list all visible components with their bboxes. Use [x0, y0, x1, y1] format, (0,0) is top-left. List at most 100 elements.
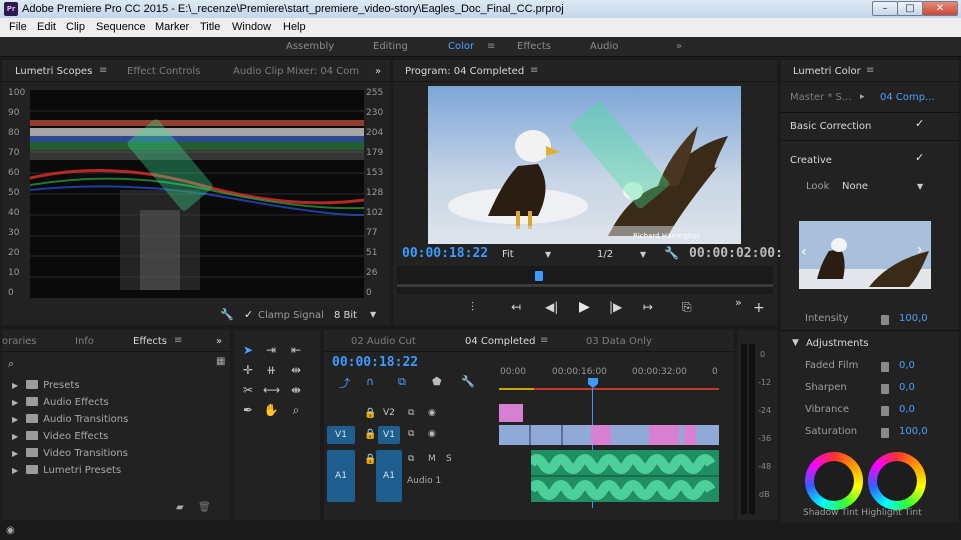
basic-correction-checkbox[interactable]: ✓	[915, 117, 924, 130]
linked-selection-icon[interactable]: ⧉	[398, 375, 406, 389]
saturation-value[interactable]: 100,0	[899, 426, 928, 437]
lock-icon[interactable]: 🔒	[364, 429, 376, 440]
export-frame-icon[interactable]: ⎘	[682, 300, 692, 315]
workspace-audio[interactable]: Audio	[590, 41, 618, 52]
source-patch-v1[interactable]: V1	[327, 426, 355, 444]
sync-lock-icon[interactable]: ⧉	[408, 429, 414, 439]
selection-tool-icon[interactable]: ➤	[240, 342, 256, 358]
timeline-timecode[interactable]: 00:00:18:22	[332, 355, 418, 370]
solo-button[interactable]: S	[446, 454, 452, 464]
tab-03-data-only[interactable]: 03 Data Only	[586, 336, 652, 347]
sync-lock-icon[interactable]: ⧉	[408, 408, 414, 418]
adjustments-section[interactable]: Adjustments	[806, 338, 869, 349]
faded-film-slider[interactable]	[881, 362, 889, 372]
video-clip[interactable]	[499, 404, 523, 422]
mute-button[interactable]: M	[428, 454, 436, 464]
sync-lock-icon[interactable]: ⧉	[408, 454, 414, 464]
intensity-value[interactable]: 100,0	[899, 313, 928, 324]
tab-audio-clip-mixer[interactable]: Audio Clip Mixer: 04 Com	[233, 66, 359, 77]
workspace-effects[interactable]: Effects	[517, 41, 551, 52]
menu-help[interactable]: Help	[283, 21, 306, 33]
track-v1-target[interactable]: V1	[378, 426, 400, 444]
highlight-tint-wheel[interactable]	[868, 452, 926, 510]
effects-search-input[interactable]	[20, 356, 210, 370]
workspace-menu-icon[interactable]: ≡	[487, 41, 495, 52]
sharpen-value[interactable]: 0,0	[899, 382, 915, 393]
tab-04-completed[interactable]: 04 Completed	[465, 336, 535, 347]
panel-menu-icon[interactable]: ≡	[174, 335, 182, 346]
trash-icon[interactable]: 🗑	[198, 502, 211, 513]
new-bin-icon[interactable]: ▦	[216, 356, 225, 367]
step-back-icon[interactable]: ◀|	[545, 300, 558, 314]
new-folder-icon[interactable]: ▰	[176, 502, 184, 513]
playhead[interactable]	[535, 271, 543, 281]
hand-tool-icon[interactable]: ✋	[263, 402, 279, 418]
tree-item-video-transitions[interactable]: ▶ Video Transitions	[12, 448, 128, 462]
menu-window[interactable]: Window	[232, 21, 271, 33]
track-select-tool-icon[interactable]: ⇥	[263, 342, 279, 358]
creative-section[interactable]: Creative	[790, 155, 832, 166]
marker-icon[interactable]: ⫶	[471, 300, 474, 315]
tab-effect-controls[interactable]: Effect Controls	[127, 66, 200, 77]
eye-icon[interactable]: ◉	[428, 408, 436, 418]
zoom-bar[interactable]	[397, 284, 773, 287]
tree-item-lumetri-presets[interactable]: ▶ Lumetri Presets	[12, 465, 121, 479]
chevron-left-icon[interactable]: ‹	[801, 244, 807, 260]
clamp-signal-checkbox[interactable]: ✓	[244, 308, 253, 321]
menu-marker[interactable]: Marker	[155, 21, 189, 33]
slip-tool-icon[interactable]: ⟷	[263, 382, 280, 398]
ripple-edit-tool-icon[interactable]: ✛	[240, 362, 256, 378]
panel-menu-icon[interactable]: ≡	[866, 65, 874, 76]
nest-icon[interactable]: ⤴	[339, 375, 350, 391]
track-select-back-tool-icon[interactable]: ⇤	[288, 342, 304, 358]
razor-tool-icon[interactable]: ✂	[240, 382, 256, 398]
tree-item-audio-effects[interactable]: ▶ Audio Effects	[12, 397, 109, 411]
look-select[interactable]: None	[842, 181, 868, 192]
workspace-color[interactable]: Color	[448, 41, 474, 52]
chevron-down-icon[interactable]: ▼	[370, 310, 376, 319]
lock-icon[interactable]: 🔒	[364, 454, 376, 465]
panel-overflow-icon[interactable]: »	[216, 336, 222, 347]
tab-libraries[interactable]: oraries	[2, 336, 37, 347]
panel-menu-icon[interactable]: ≡	[540, 335, 548, 346]
chevron-right-icon[interactable]: ›	[917, 242, 923, 258]
menu-sequence[interactable]: Sequence	[96, 21, 146, 33]
master-clip-select[interactable]: Master * S...	[790, 92, 851, 103]
lock-icon[interactable]: 🔒	[364, 408, 376, 419]
step-forward-icon[interactable]: |▶	[609, 300, 622, 314]
rate-stretch-tool-icon[interactable]: ⇹	[288, 362, 304, 378]
eye-icon[interactable]: ◉	[6, 525, 15, 536]
resolution-select[interactable]: 1/2	[597, 249, 613, 260]
rolling-edit-tool-icon[interactable]: ⧺	[263, 362, 279, 378]
workspace-editing[interactable]: Editing	[373, 41, 408, 52]
shadow-tint-wheel[interactable]	[805, 452, 863, 510]
wrench-icon[interactable]: 🔧	[220, 308, 234, 321]
play-icon[interactable]: ▶	[579, 299, 590, 315]
chevron-down-icon[interactable]: ▼	[917, 182, 923, 191]
chevron-down-icon[interactable]: ▼	[792, 338, 799, 348]
sequence-clip-select[interactable]: 04 Comp...	[880, 92, 935, 103]
pen-tool-icon[interactable]: ✒	[240, 402, 256, 418]
program-timeline-ruler[interactable]	[397, 266, 773, 294]
panel-overflow-icon[interactable]: »	[375, 66, 381, 77]
wrench-icon[interactable]: 🔧	[664, 246, 679, 260]
zoom-tool-icon[interactable]: ⌕	[288, 402, 304, 418]
tree-item-audio-transitions[interactable]: ▶ Audio Transitions	[12, 414, 128, 428]
tab-02-audio-cut[interactable]: 02 Audio Cut	[351, 336, 416, 347]
close-button[interactable]: ✕	[922, 1, 958, 16]
sharpen-slider[interactable]	[881, 384, 889, 394]
panel-menu-icon[interactable]: ≡	[530, 65, 538, 76]
video-track-clips[interactable]	[499, 425, 719, 445]
premiere-app-icon[interactable]: Pr	[4, 2, 18, 16]
menu-title[interactable]: Title	[200, 21, 220, 33]
overflow-icon[interactable]: »	[735, 296, 742, 309]
tab-effects[interactable]: Effects	[133, 336, 167, 347]
panel-menu-icon[interactable]: ≡	[99, 65, 107, 76]
snap-icon[interactable]: ∩	[366, 375, 374, 388]
workspace-overflow-icon[interactable]: »	[676, 41, 682, 52]
eye-icon[interactable]: ◉	[428, 429, 436, 439]
bit-depth-select[interactable]: 8 Bit	[334, 310, 357, 321]
program-current-timecode[interactable]: 00:00:18:22	[402, 246, 488, 261]
vibrance-value[interactable]: 0,0	[899, 404, 915, 415]
workspace-assembly[interactable]: Assembly	[286, 41, 334, 52]
